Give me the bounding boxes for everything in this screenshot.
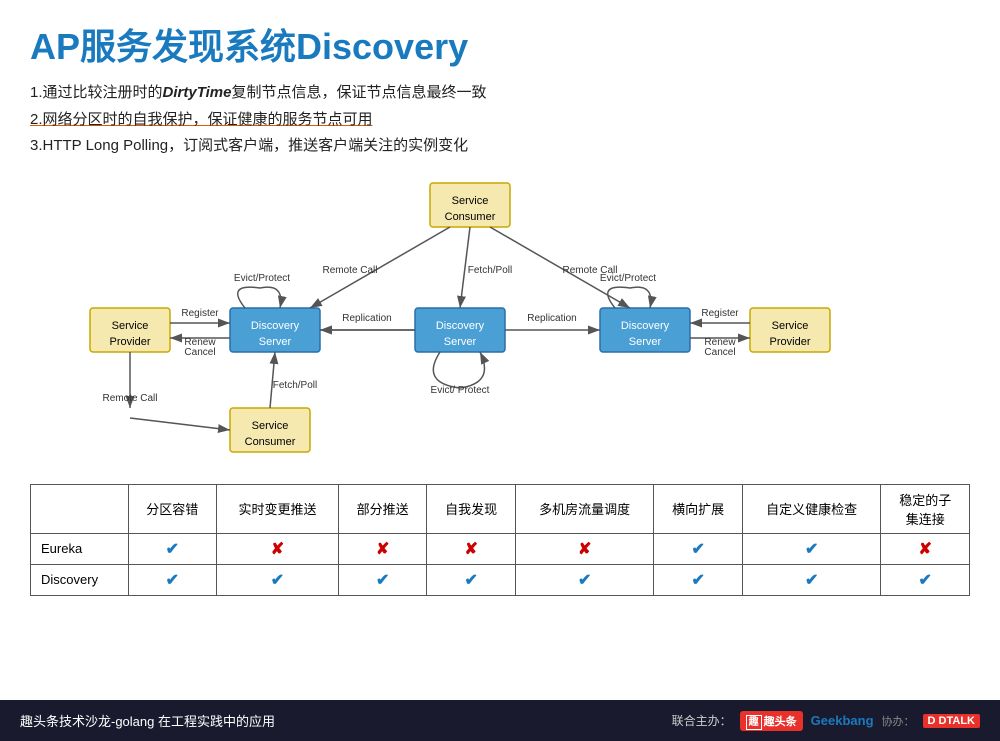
register-right-label: Register: [701, 308, 739, 319]
bullet-points: 1.通过比较注册时的DirtyTime复制节点信息，保证节点信息最终一致 2.网…: [30, 82, 970, 158]
table-header-row: 分区容错 实时变更推送 部分推送 自我发现 多机房流量调度 横向扩展 自定义健康…: [31, 484, 970, 533]
discovery-col2: ✔: [217, 564, 339, 595]
eureka-col8: ✘: [881, 533, 970, 564]
footer: 趣头条技术沙龙-golang 在工程实践中的应用 联合主办： 趣趣头条 Geek…: [0, 700, 1000, 741]
bullet-2: 2.网络分区时的自我保护，保证健康的服务节点可用: [30, 109, 970, 132]
footer-joint-label: 联合主办：: [672, 712, 732, 729]
service-provider-left-label: Service: [112, 319, 149, 331]
discovery-server-center-label2: Server: [444, 335, 477, 347]
service-consumer-top-label: Service: [452, 194, 489, 206]
evict-protect-right-arrow: [608, 287, 651, 308]
discovery-col7: ✔: [742, 564, 881, 595]
replication-right-label: Replication: [527, 313, 576, 324]
evict-protect-right-label: Evict/Protect: [600, 273, 656, 284]
col-header-1: 分区容错: [128, 484, 217, 533]
service-consumer-bottom-label: Service: [252, 419, 289, 431]
service-consumer-top-label2: Consumer: [445, 210, 496, 222]
evict-protect-left-label: Evict/Protect: [234, 273, 290, 284]
eureka-col5: ✘: [515, 533, 654, 564]
diagram-svg: Service Consumer Discovery Server Discov…: [30, 168, 970, 478]
replication-left-label: Replication: [342, 313, 391, 324]
page-title: AP服务发现系统Discovery: [30, 18, 970, 70]
col-header-empty: [31, 484, 129, 533]
col-header-8: 稳定的子 集连接: [881, 484, 970, 533]
discovery-col6: ✔: [654, 564, 743, 595]
eureka-col2: ✘: [217, 533, 339, 564]
table-row: Eureka ✔ ✘ ✘ ✘ ✘ ✔ ✔ ✘: [31, 533, 970, 564]
discovery-col8: ✔: [881, 564, 970, 595]
service-provider-left-label2: Provider: [110, 335, 151, 347]
eureka-col4: ✘: [427, 533, 516, 564]
eureka-col1: ✔: [128, 533, 217, 564]
footer-dtalk-logo: D DTALK: [923, 714, 980, 728]
col-header-7: 自定义健康检查: [742, 484, 881, 533]
remote-call-left-label: Remote Call: [322, 265, 377, 276]
evict-protect-bottom-label: Evict/ Protect: [431, 385, 490, 396]
discovery-server-left-label: Discovery: [251, 319, 300, 331]
bullet-1: 1.通过比较注册时的DirtyTime复制节点信息，保证节点信息最终一致: [30, 82, 970, 105]
col-header-4: 自我发现: [427, 484, 516, 533]
col-header-5: 多机房流量调度: [515, 484, 654, 533]
discovery-server-left-label2: Server: [259, 335, 292, 347]
service-consumer-bottom-label2: Consumer: [245, 435, 296, 447]
discovery-server-right-label2: Server: [629, 335, 662, 347]
register-left-label: Register: [181, 308, 219, 319]
fetch-poll-top-label: Fetch/Poll: [468, 265, 512, 276]
footer-toutiao-logo: 趣趣头条: [740, 711, 803, 731]
evict-protect-bottom-arrow: [433, 352, 484, 388]
service-provider-right-label: Service: [772, 319, 809, 331]
eureka-col7: ✔: [742, 533, 881, 564]
col-header-6: 横向扩展: [654, 484, 743, 533]
main-content: AP服务发现系统Discovery 1.通过比较注册时的DirtyTime复制节…: [0, 0, 1000, 700]
table-row: Discovery ✔ ✔ ✔ ✔ ✔ ✔ ✔ ✔: [31, 564, 970, 595]
row-name-discovery: Discovery: [31, 564, 129, 595]
footer-geekbang-logo: Geekbang: [811, 713, 874, 728]
eureka-col6: ✔: [654, 533, 743, 564]
renew-cancel-right-label2: Cancel: [704, 347, 735, 358]
col-header-3: 部分推送: [338, 484, 427, 533]
renew-cancel-left-label2: Cancel: [184, 347, 215, 358]
discovery-col4: ✔: [427, 564, 516, 595]
comparison-table: 分区容错 实时变更推送 部分推送 自我发现 多机房流量调度 横向扩展 自定义健康…: [30, 484, 970, 596]
discovery-col1: ✔: [128, 564, 217, 595]
discovery-col3: ✔: [338, 564, 427, 595]
row-name-eureka: Eureka: [31, 533, 129, 564]
evict-protect-left-arrow: [238, 287, 281, 308]
col-header-2: 实时变更推送: [217, 484, 339, 533]
diagram-area: Service Consumer Discovery Server Discov…: [30, 168, 970, 478]
eureka-col3: ✘: [338, 533, 427, 564]
bullet-3: 3.HTTP Long Polling，订阅式客户端，推送客户端关注的实例变化: [30, 135, 970, 158]
fetch-poll-bottom-label: Fetch/Poll: [273, 380, 317, 391]
discovery-col5: ✔: [515, 564, 654, 595]
remote-call-bottom-label: Remote Call: [102, 393, 157, 404]
remote-call-bottom-arrow: [130, 418, 230, 430]
discovery-server-center-label: Discovery: [436, 319, 485, 331]
footer-right: 联合主办： 趣趣头条 Geekbang 协办： D DTALK: [672, 711, 980, 731]
service-provider-right-label2: Provider: [770, 335, 811, 347]
footer-left-text: 趣头条技术沙龙-golang 在工程实践中的应用: [20, 711, 275, 730]
discovery-server-right-label: Discovery: [621, 319, 670, 331]
footer-cohost-label: 协办：: [882, 713, 915, 729]
